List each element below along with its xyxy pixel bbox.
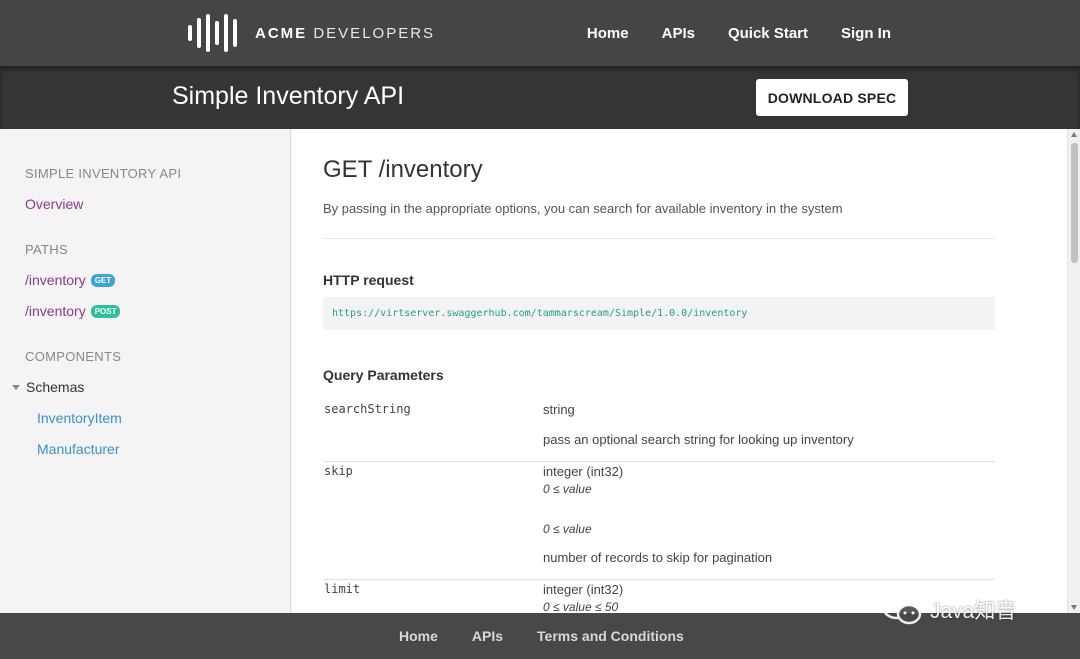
query-parameters-heading: Query Parameters xyxy=(323,367,444,383)
footer-terms-link[interactable]: Terms and Conditions xyxy=(537,628,684,644)
nav-quick-start[interactable]: Quick Start xyxy=(728,25,808,42)
footer-apis-link[interactable]: APIs xyxy=(472,628,503,644)
logo-soundwave-icon xyxy=(188,14,237,52)
param-name-skip: skip xyxy=(324,464,353,478)
sidebar-item-inventoryitem[interactable]: InventoryItem xyxy=(37,410,122,426)
sidebar-item-schemas[interactable]: Schemas xyxy=(12,379,84,395)
param-row-divider xyxy=(323,461,995,462)
param-name-searchstring: searchString xyxy=(324,402,411,416)
param-description: number of records to skip for pagination xyxy=(543,550,773,565)
nav-apis[interactable]: APIs xyxy=(662,25,695,42)
sidebar-item-overview[interactable]: Overview xyxy=(25,196,83,212)
logo-text: ACME DEVELOPERS xyxy=(255,25,435,42)
scroll-up-icon[interactable] xyxy=(1071,132,1077,137)
endpoint-title: GET /inventory xyxy=(323,156,483,183)
param-constraint: 0 ≤ value xyxy=(543,482,592,496)
scroll-down-icon[interactable] xyxy=(1071,605,1077,610)
param-type: string xyxy=(543,402,575,417)
sidebar-item-manufacturer[interactable]: Manufacturer xyxy=(37,441,119,457)
post-method-badge: POST xyxy=(90,304,121,318)
api-title-bar: Simple Inventory API DOWNLOAD SPEC xyxy=(0,66,1080,129)
logo-brand-light: DEVELOPERS xyxy=(313,24,436,42)
param-constraint: 0 ≤ value ≤ 50 xyxy=(543,600,619,613)
request-url-box[interactable]: https://virtserver.swaggerhub.com/tammar… xyxy=(323,297,995,330)
caret-down-icon xyxy=(12,384,20,390)
sidebar-heading-api: SIMPLE INVENTORY API xyxy=(25,166,182,181)
request-url[interactable]: https://virtserver.swaggerhub.com/tammar… xyxy=(332,308,747,319)
watermark: Java知音 xyxy=(880,592,1016,628)
sidebar-heading-paths: PATHS xyxy=(25,242,68,257)
sidebar-path-label: /inventory xyxy=(25,272,86,288)
vertical-scrollbar[interactable] xyxy=(1067,129,1080,613)
param-description: pass an optional search string for looki… xyxy=(543,432,854,447)
download-spec-button[interactable]: DOWNLOAD SPEC xyxy=(756,79,908,116)
main-content: GET /inventory By passing in the appropr… xyxy=(292,129,1067,613)
footer-nav: Home APIs Terms and Conditions xyxy=(399,613,684,659)
endpoint-description: By passing in the appropriate options, y… xyxy=(323,201,843,216)
param-row-divider xyxy=(323,579,995,580)
nav-sign-in[interactable]: Sign In xyxy=(841,25,891,42)
http-request-heading: HTTP request xyxy=(323,272,414,288)
param-constraint: 0 ≤ value xyxy=(543,522,592,536)
api-title: Simple Inventory API xyxy=(172,82,405,110)
scroll-thumb[interactable] xyxy=(1071,143,1078,263)
top-nav-bar: ACME DEVELOPERS Home APIs Quick Start Si… xyxy=(0,0,1080,66)
schemas-label: Schemas xyxy=(26,379,85,395)
logo-brand-bold: ACME xyxy=(255,24,308,42)
sidebar-item-inventory-get[interactable]: /inventory GET xyxy=(25,272,116,288)
param-name-limit: limit xyxy=(324,582,361,596)
footer-home-link[interactable]: Home xyxy=(399,628,438,644)
watermark-text: Java知音 xyxy=(930,600,1017,623)
nav-home[interactable]: Home xyxy=(587,25,629,42)
get-method-badge: GET xyxy=(90,273,116,287)
sidebar: SIMPLE INVENTORY API Overview PATHS /inv… xyxy=(0,129,291,613)
sidebar-item-inventory-post[interactable]: /inventory POST xyxy=(25,303,121,319)
param-type: integer (int32) xyxy=(543,464,624,479)
divider xyxy=(323,238,995,239)
wechat-icon xyxy=(881,594,922,625)
param-type: integer (int32) xyxy=(543,582,624,597)
main-nav: Home APIs Quick Start Sign In xyxy=(587,0,891,66)
sidebar-path-label: /inventory xyxy=(25,303,86,319)
acme-logo[interactable]: ACME DEVELOPERS xyxy=(188,14,435,52)
sidebar-heading-components: COMPONENTS xyxy=(25,349,122,364)
